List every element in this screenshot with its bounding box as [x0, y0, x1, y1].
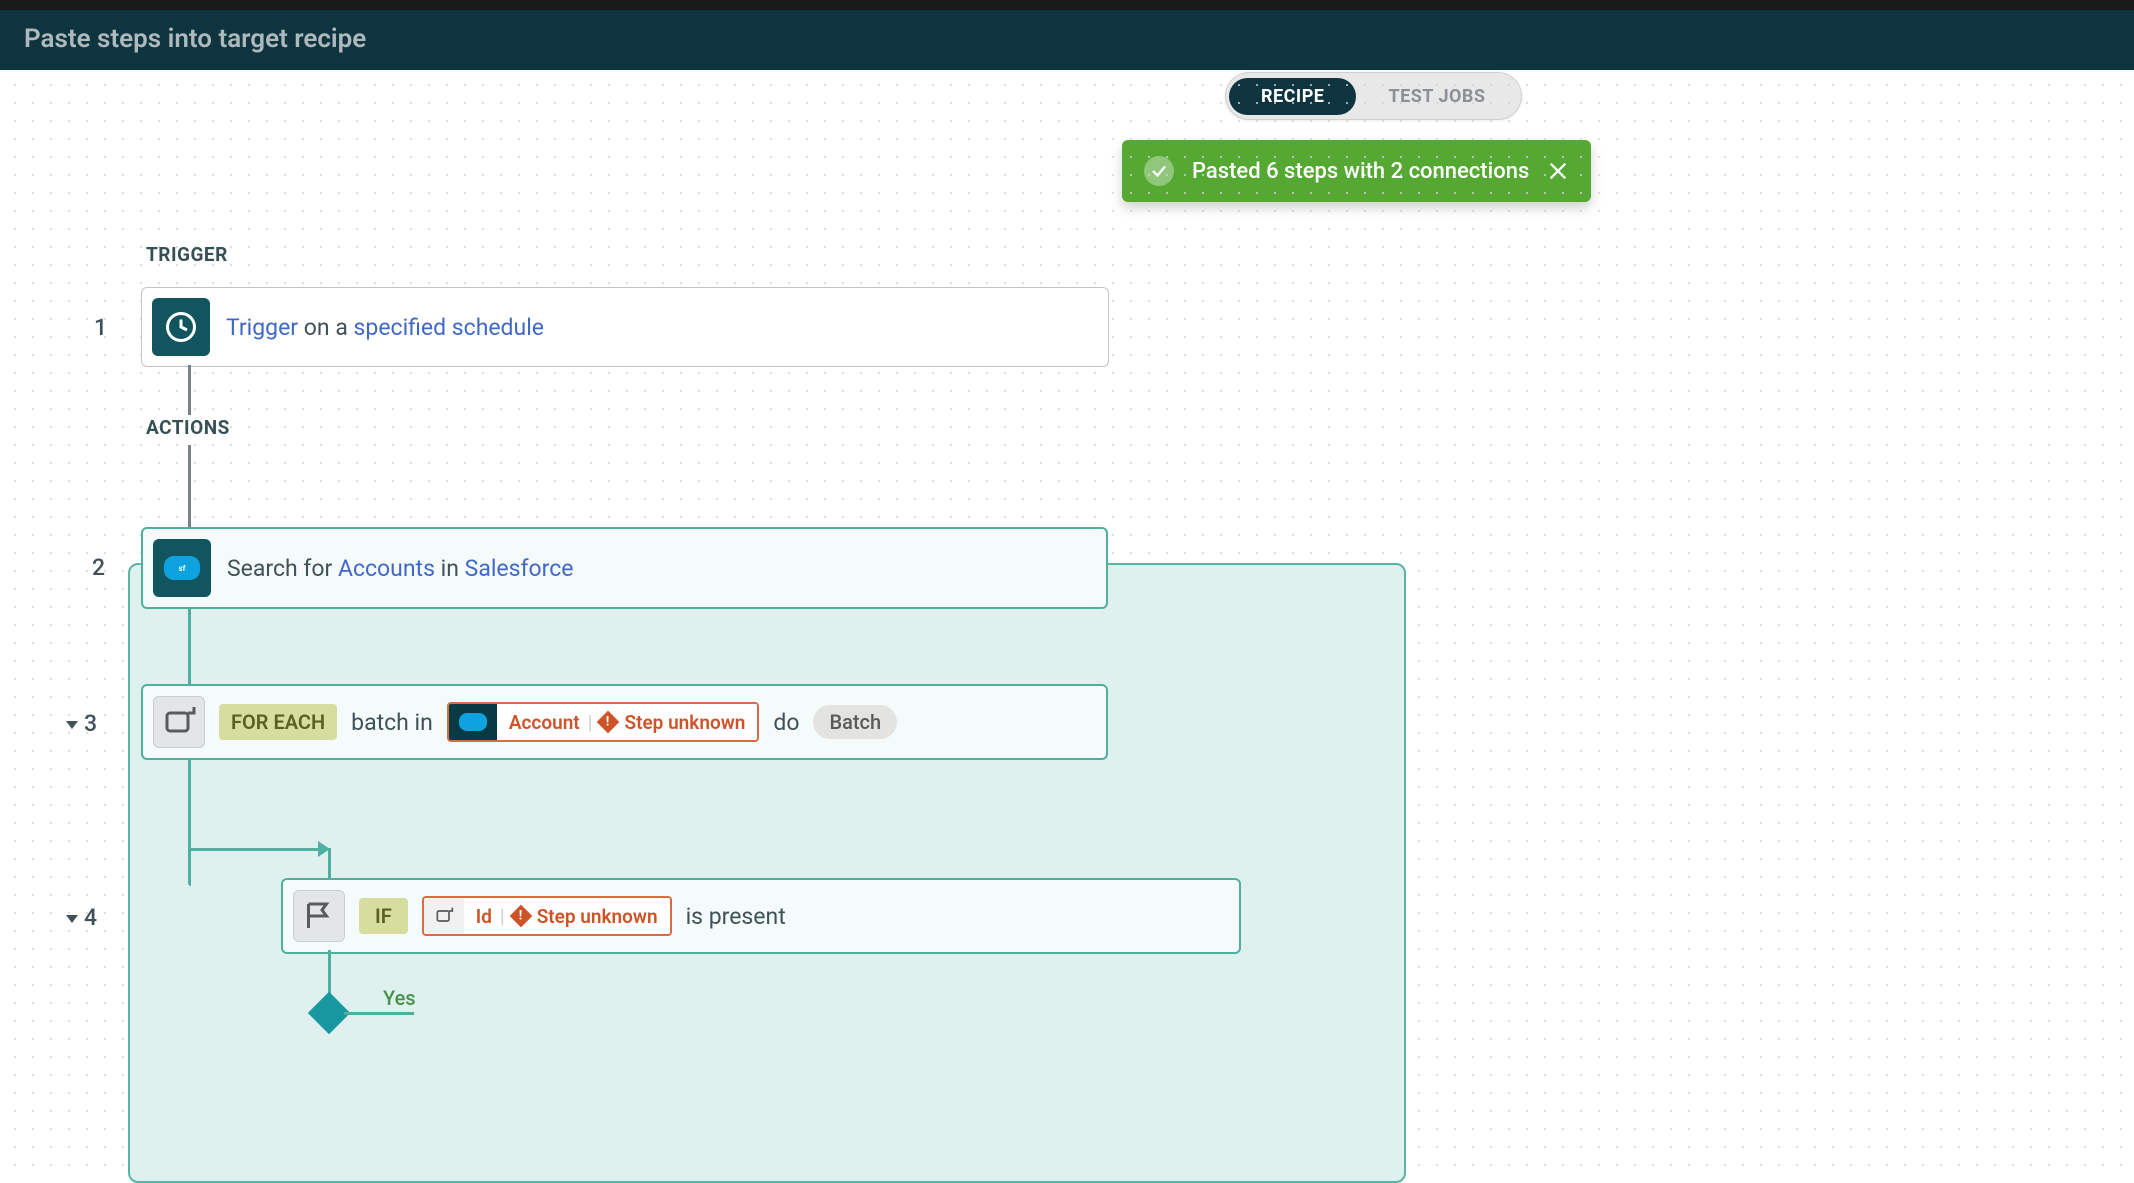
loop-icon — [153, 696, 205, 748]
trigger-step-card[interactable]: Trigger on a specified schedule — [141, 287, 1109, 367]
connector-line — [188, 365, 191, 415]
batch-in-text: batch in — [351, 709, 433, 736]
salesforce-mini-icon — [449, 704, 497, 740]
connector-line — [188, 848, 320, 851]
step-number-4[interactable]: 4 — [66, 904, 97, 931]
step-number-2: 2 — [92, 554, 105, 581]
salesforce-icon: sf — [153, 539, 211, 597]
step-number-3[interactable]: 3 — [66, 710, 97, 737]
search-salesforce-step-card[interactable]: sf Search for Accounts in Salesforce — [141, 527, 1108, 609]
recipe-canvas[interactable]: TRIGGER 1 Trigger on a specified schedul… — [0, 70, 2134, 1170]
search-step-text: Search for Accounts in Salesforce — [227, 555, 573, 582]
datapill-account-error[interactable]: Account | ! Step unknown — [447, 702, 760, 742]
foreach-badge: FOR EACH — [219, 704, 337, 740]
chevron-down-icon[interactable] — [66, 721, 78, 729]
connector-line — [188, 758, 191, 886]
pasted-steps-highlight — [128, 563, 1406, 1183]
flag-icon — [293, 890, 345, 942]
foreach-step-card[interactable]: FOR EACH batch in Account | ! Step unkno… — [141, 684, 1108, 760]
section-label-trigger: TRIGGER — [146, 243, 228, 266]
do-text: do — [773, 709, 799, 736]
warning-icon: ! — [509, 905, 532, 928]
connector-line — [344, 1012, 414, 1015]
window-top-bar — [0, 0, 2134, 10]
if-step-card[interactable]: IF Id | ! Step unknown is present — [281, 878, 1241, 954]
loop-mini-icon — [424, 898, 464, 934]
if-badge: IF — [359, 898, 408, 934]
section-label-actions: ACTIONS — [146, 416, 230, 439]
page-header: Paste steps into target recipe — [0, 10, 2134, 70]
trigger-step-text: Trigger on a specified schedule — [226, 314, 544, 341]
datapill-id-error[interactable]: Id | ! Step unknown — [422, 896, 672, 936]
step-number-1: 1 — [94, 314, 107, 341]
page-title: Paste steps into target recipe — [24, 24, 366, 54]
clock-icon — [152, 298, 210, 356]
decision-yes-label: Yes — [383, 986, 416, 1010]
chevron-down-icon[interactable] — [66, 915, 78, 923]
batch-badge: Batch — [813, 705, 897, 739]
is-present-text: is present — [686, 903, 786, 930]
warning-icon: ! — [597, 711, 620, 734]
